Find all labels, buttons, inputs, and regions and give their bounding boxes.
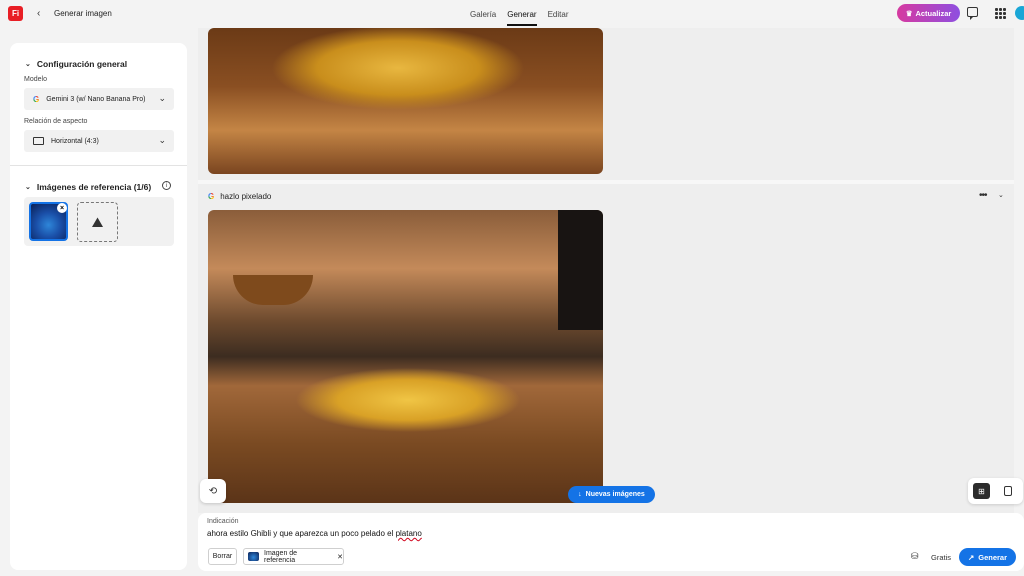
firefly-logo[interactable]: Fi [8,6,23,21]
chevron-down-icon: ⌄ [158,93,166,103]
image-upload-icon: ⛰ [91,213,104,230]
image-fruit-bowl-region [233,275,313,305]
aspect-ratio-label: Relación de aspecto [24,118,88,125]
section-divider [10,165,187,166]
generation-prompt-text: hazlo pixelado [220,192,272,201]
feedback-chat-icon[interactable] [967,7,978,20]
credits-icon: ⛁ [911,551,919,561]
model-label: Modelo [24,76,47,83]
generated-image-pixelated-banana[interactable] [208,210,603,503]
aspect-ratio-value: Horizontal (4:3) [51,137,99,145]
reference-image-thumbnail[interactable]: × [29,202,68,241]
cost-label: Gratis [931,553,952,562]
reference-image-chip[interactable]: Imagen de referencia ✕ [243,548,344,565]
close-icon[interactable]: ✕ [337,553,343,561]
upgrade-button[interactable]: ♛ Actualizar [897,4,960,22]
single-view-icon[interactable] [1004,486,1012,496]
page-title: Generar imagen [54,9,112,18]
generation-feed: G hazlo pixelado ••• ⌄ [198,28,1014,513]
reference-chip-thumbnail [248,552,259,561]
chevron-down-icon: ⌄ [158,135,166,145]
generate-button[interactable]: ↗ Generar [959,548,1016,566]
generated-image-banana[interactable] [208,28,603,174]
generation-block [198,28,1014,180]
reference-chip-label: Imagen de referencia [264,549,298,564]
chevron-down-icon[interactable]: ⌄ [998,191,1004,199]
generation-prompt-line: G hazlo pixelado [208,192,271,201]
landscape-rect-icon [33,137,44,145]
prompt-input[interactable]: ahora estilo Ghibli y que aparezca un po… [207,529,422,538]
general-settings-title: Configuración general [36,59,128,69]
remove-reference-icon[interactable]: × [57,203,67,213]
generate-label: Generar [978,552,1008,562]
history-icon[interactable]: ⟲ [200,479,226,503]
prompt-text-misspelled: platano [395,529,422,538]
tab-gallery[interactable]: Galería [470,10,496,23]
prompt-text-main: ahora estilo Ghibli y que aparezca un po… [207,529,396,538]
clear-button[interactable]: Borrar [208,548,237,565]
info-icon[interactable]: i [162,181,171,190]
tab-generate[interactable]: Generar [507,10,537,26]
upgrade-label: Actualizar [915,8,952,18]
prompt-label: Indicación [207,518,239,525]
tab-edit[interactable]: Editar [548,10,569,23]
aspect-ratio-select[interactable]: Horizontal (4:3) ⌄ [24,130,174,152]
main-nav: Galería Generar Editar [470,10,569,26]
reference-images-title: Imágenes de referencia (1/6) [36,182,152,192]
google-g-icon: G [33,94,40,104]
reference-images-area: × ⛰ [24,197,174,246]
new-images-label: Nuevas imágenes [585,491,645,498]
prompt-box: Indicación ahora estilo Ghibli y que apa… [198,513,1024,571]
apps-grid-icon[interactable] [995,8,1006,19]
user-avatar[interactable] [1015,6,1024,20]
generate-icon: ↗ [967,552,975,562]
back-chevron-icon[interactable]: ‹ [37,8,40,19]
more-options-icon[interactable]: ••• [979,190,987,201]
arrow-down-icon: ↓ [578,491,582,498]
general-settings-header[interactable]: ⌄ Configuración general [25,59,127,69]
new-images-button[interactable]: ↓ Nuevas imágenes [568,486,655,503]
model-value: Gemini 3 (w/ Nano Banana Pro) [46,95,146,103]
model-select[interactable]: G Gemini 3 (w/ Nano Banana Pro) ⌄ [24,88,174,110]
chevron-down-icon: ⌄ [25,184,31,191]
upload-image-button[interactable]: ⛰ [77,202,118,242]
image-window-region [558,210,603,330]
top-bar: Fi ‹ Generar imagen Galería Generar Edit… [0,0,1024,28]
crown-icon: ♛ [905,8,913,18]
grid-view-icon[interactable]: ⊞ [973,483,990,499]
view-toggle: ⊞ [968,478,1023,504]
reference-images-header[interactable]: ⌄ Imágenes de referencia (1/6) [25,182,151,192]
chevron-down-icon: ⌄ [25,61,31,68]
google-g-icon: G [208,192,215,201]
